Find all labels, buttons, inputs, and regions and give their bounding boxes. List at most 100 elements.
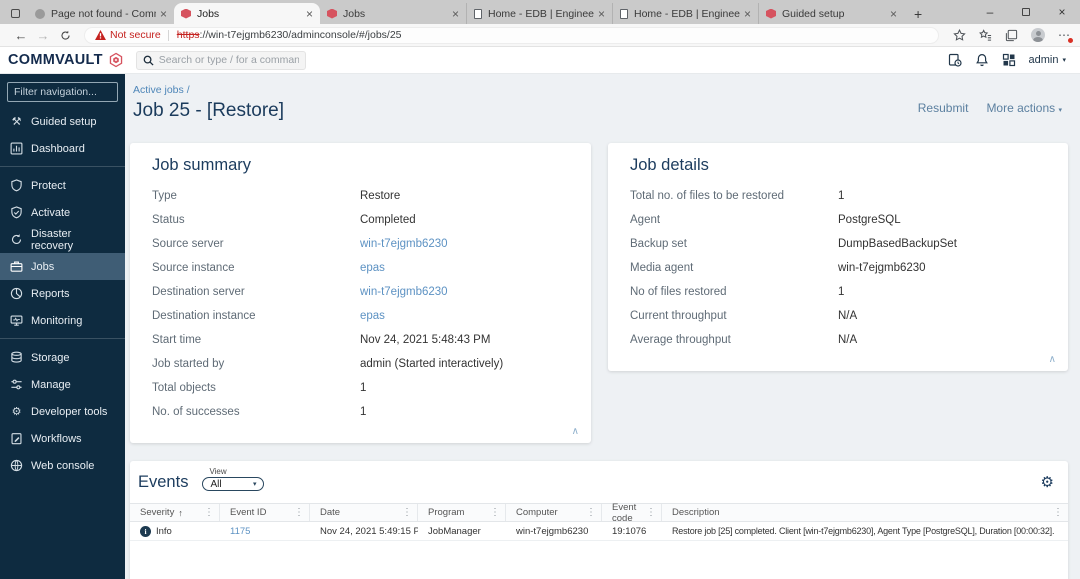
favorites-star-icon[interactable] xyxy=(953,28,966,42)
not-secure-label[interactable]: Not secure xyxy=(110,29,161,41)
minimize-window-button[interactable]: – xyxy=(972,0,1008,24)
commvault-logo[interactable]: COMMVAULT xyxy=(8,52,124,68)
browser-menu-button[interactable]: ⋯ xyxy=(1058,29,1074,44)
refresh-button[interactable] xyxy=(54,30,76,41)
browser-tab-bar: Page not found - Commvault × Jobs × Jobs… xyxy=(0,0,1080,24)
forward-button[interactable]: → xyxy=(32,29,54,42)
browser-tab-home-edb-2[interactable]: Home - EDB | Engineering Desig × xyxy=(612,3,758,24)
sidebar-item-reports[interactable]: Reports xyxy=(0,280,125,307)
row-value: 1 xyxy=(360,382,367,394)
maximize-window-button[interactable] xyxy=(1008,0,1044,24)
sidebar-item-activate[interactable]: Activate xyxy=(0,199,125,226)
column-menu-icon[interactable]: ⋮ xyxy=(202,507,216,518)
close-window-button[interactable]: × xyxy=(1044,0,1080,24)
row-value: win-t7ejgmb6230 xyxy=(838,262,926,274)
summary-row-source-instance: Source instance epas xyxy=(130,256,591,280)
caret-down-icon: ▾ xyxy=(1062,56,1066,64)
browser-tab-jobs-active[interactable]: Jobs × xyxy=(174,3,320,24)
browser-tab-guided-setup[interactable]: Guided setup × xyxy=(758,3,904,24)
events-settings-gear-icon[interactable]: ⚙ xyxy=(1041,475,1054,490)
sidebar-item-guided-setup[interactable]: ⚒ Guided setup xyxy=(0,108,125,135)
close-tab-icon[interactable]: × xyxy=(744,8,751,20)
column-menu-icon[interactable]: ⋮ xyxy=(644,507,658,518)
more-actions-button[interactable]: More actions ▾ xyxy=(986,101,1062,115)
sidebar-item-disaster-recovery[interactable]: Disaster recovery xyxy=(0,226,125,253)
severity-cell: i Info xyxy=(130,525,220,537)
toolbar-right-icons: ⋯ xyxy=(953,28,1074,44)
filter-navigation-box[interactable] xyxy=(7,82,118,102)
details-row-current-throughput: Current throughput N/A xyxy=(608,304,1068,328)
tab-title: Page not found - Commvault xyxy=(51,7,156,20)
sidebar-item-developer-tools[interactable]: ⚙ Developer tools xyxy=(0,398,125,425)
favorites-list-icon[interactable] xyxy=(979,28,992,42)
filter-navigation-input[interactable] xyxy=(7,82,118,102)
destination-instance-link[interactable]: epas xyxy=(360,310,385,322)
row-label: Backup set xyxy=(630,238,687,250)
profile-avatar[interactable] xyxy=(1031,28,1045,42)
resubmit-button[interactable]: Resubmit xyxy=(918,101,969,115)
sidebar-item-label: Activate xyxy=(31,206,71,219)
source-instance-link[interactable]: epas xyxy=(360,262,385,274)
sort-ascending-icon: ↑ xyxy=(178,507,183,518)
collections-icon[interactable] xyxy=(1005,29,1018,42)
url-text[interactable]: https://win-t7ejgmb6230/adminconsole/#/j… xyxy=(177,29,402,41)
new-tab-button[interactable]: + xyxy=(914,6,922,22)
column-header-computer[interactable]: Computer ⋮ xyxy=(506,504,602,521)
event-id-link[interactable]: 1175 xyxy=(230,526,250,537)
view-dropdown[interactable]: All ▾ xyxy=(202,477,265,491)
sidebar-item-label: Jobs xyxy=(31,260,55,273)
column-menu-icon[interactable]: ⋮ xyxy=(584,507,598,518)
sidebar-item-workflows[interactable]: Workflows xyxy=(0,425,125,452)
notifications-bell-icon[interactable] xyxy=(975,53,989,67)
column-menu-icon[interactable]: ⋮ xyxy=(488,507,502,518)
sidebar-item-jobs[interactable]: Jobs xyxy=(0,253,125,280)
event-table-row[interactable]: i Info 1175 Nov 24, 2021 5:49:15 PM JobMa… xyxy=(130,522,1068,541)
column-header-severity[interactable]: Severity ↑ ⋮ xyxy=(130,504,220,521)
row-label: Start time xyxy=(152,334,202,346)
collapse-panel-button[interactable]: ∧ xyxy=(130,424,591,443)
sidebar-item-web-console[interactable]: Web console xyxy=(0,452,125,479)
row-value: N/A xyxy=(838,334,858,346)
column-header-event-id[interactable]: Event ID ⋮ xyxy=(220,504,310,521)
row-label: Source server xyxy=(152,238,224,250)
destination-server-link[interactable]: win-t7ejgmb6230 xyxy=(360,286,448,298)
column-header-program[interactable]: Program ⋮ xyxy=(418,504,506,521)
column-header-description[interactable]: Description ⋮ xyxy=(662,504,1068,521)
column-header-event-code[interactable]: Event code ⋮ xyxy=(602,502,662,524)
address-bar[interactable]: Not secure https://win-t7ejgmb6230/admin… xyxy=(84,26,939,44)
apps-grid-icon[interactable] xyxy=(1002,53,1016,67)
row-label: Media agent xyxy=(630,262,694,274)
browser-tab-home-edb-1[interactable]: Home - EDB | Engineering Desig × xyxy=(466,3,612,24)
column-header-date[interactable]: Date ⋮ xyxy=(310,504,418,521)
user-menu[interactable]: admin ▾ xyxy=(1029,54,1066,66)
collapse-panel-button[interactable]: ∧ xyxy=(608,352,1068,371)
sidebar-item-monitoring[interactable]: Monitoring xyxy=(0,307,125,334)
tab-title: Jobs xyxy=(197,7,220,20)
briefcase-icon xyxy=(10,260,23,273)
column-menu-icon[interactable]: ⋮ xyxy=(1051,507,1065,518)
breadcrumb-link-active-jobs[interactable]: Active jobs xyxy=(133,84,184,96)
search-input[interactable] xyxy=(158,54,299,66)
close-tab-icon[interactable]: × xyxy=(598,8,605,20)
store-icon[interactable] xyxy=(948,53,962,67)
globe-icon xyxy=(10,459,23,472)
sidebar-item-manage[interactable]: Manage xyxy=(0,371,125,398)
column-menu-icon[interactable]: ⋮ xyxy=(400,507,414,518)
column-menu-icon[interactable]: ⋮ xyxy=(292,507,306,518)
close-tab-icon[interactable]: × xyxy=(452,8,459,20)
clipboard-pencil-icon xyxy=(10,432,23,445)
sidebar-item-storage[interactable]: Storage xyxy=(0,344,125,371)
close-tab-icon[interactable]: × xyxy=(306,8,313,20)
sidebar-item-protect[interactable]: Protect xyxy=(0,172,125,199)
browser-tab-page-not-found[interactable]: Page not found - Commvault × xyxy=(28,3,174,24)
sidebar-item-dashboard[interactable]: Dashboard xyxy=(0,135,125,162)
browser-tab-jobs[interactable]: Jobs × xyxy=(320,3,466,24)
row-label: Total no. of files to be restored xyxy=(630,190,785,202)
tab-actions-button[interactable] xyxy=(4,3,26,24)
row-label: Status xyxy=(152,214,185,226)
close-tab-icon[interactable]: × xyxy=(160,8,167,20)
back-button[interactable]: ← xyxy=(10,29,32,42)
source-server-link[interactable]: win-t7ejgmb6230 xyxy=(360,238,448,250)
command-search[interactable] xyxy=(135,50,306,70)
close-tab-icon[interactable]: × xyxy=(890,8,897,20)
